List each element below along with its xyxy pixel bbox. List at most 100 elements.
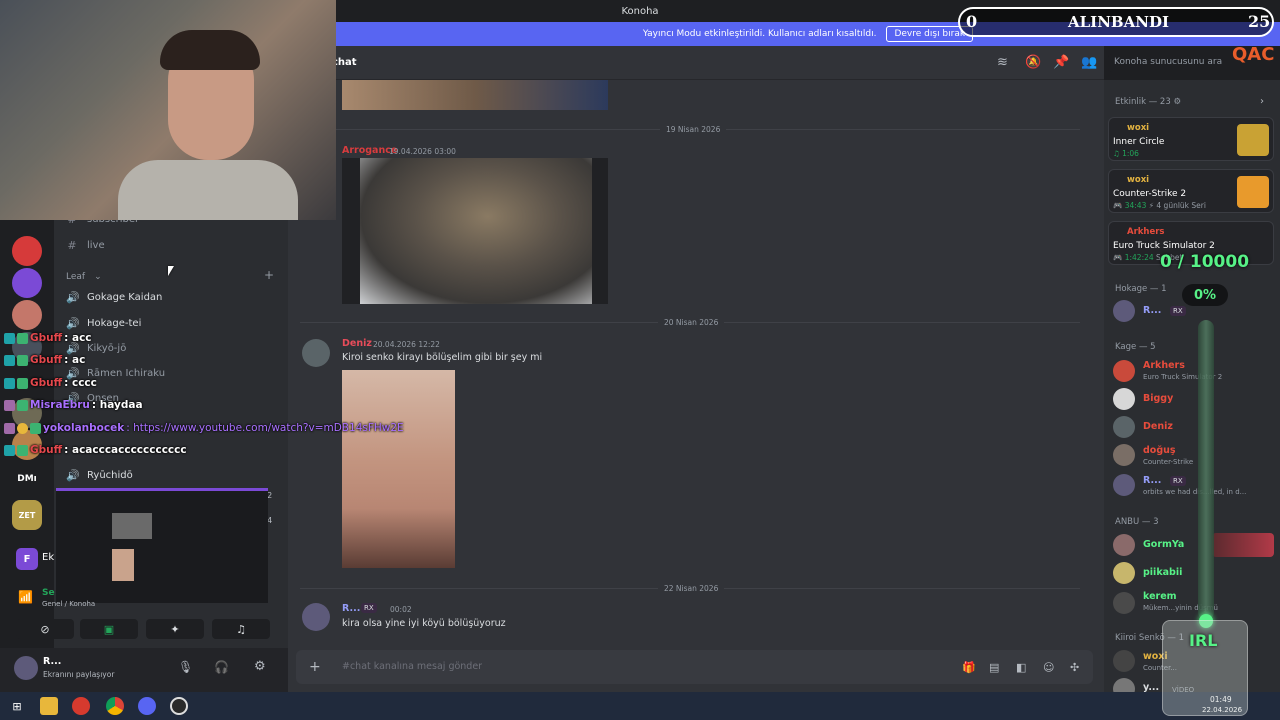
voice-channel-gokage[interactable]: 🔊 Gokage Kaidan (66, 286, 162, 308)
chat-header: chat (288, 46, 1104, 80)
channel-live[interactable]: # live (66, 234, 104, 256)
role-badge: RX (361, 603, 377, 613)
score-left: 0 (966, 12, 978, 31)
server-icon[interactable] (12, 236, 42, 266)
member-name[interactable]: R... (1143, 305, 1161, 316)
message-author[interactable]: R... (342, 603, 360, 614)
activity-duration: ♫ 1:06 (1113, 149, 1139, 158)
chat-badge-icon (17, 399, 28, 411)
server-icon[interactable] (12, 268, 42, 298)
server-zet[interactable]: ZET (12, 500, 42, 530)
avatar[interactable] (1113, 592, 1135, 614)
microphone-icon[interactable]: 🎙 (178, 660, 193, 674)
member-name[interactable]: GormYa (1143, 539, 1184, 550)
member-group-header: Hokage — 1 (1115, 284, 1167, 294)
activity-user: Arkhers (1127, 227, 1165, 237)
avatar[interactable] (14, 656, 38, 680)
category-leaf[interactable]: Leaf ⌄ (66, 266, 102, 288)
soundboard-icon: ♫ (236, 622, 246, 636)
chat-badge-icon (30, 422, 41, 434)
avatar[interactable] (1113, 388, 1135, 410)
message-input-placeholder: #chat kanalına mesaj gönder (342, 661, 483, 672)
add-channel-icon[interactable]: + (264, 268, 274, 282)
preview-thumbnail-image (112, 513, 152, 539)
member-name[interactable]: Biggy (1143, 393, 1173, 404)
chat-badge-icon (4, 332, 15, 344)
headphones-icon[interactable]: 🎧 (214, 660, 229, 674)
irl-cup-graphic: IRL (1162, 620, 1248, 716)
activity-app-icon[interactable]: F (16, 548, 38, 570)
member-list-icon[interactable]: 👥 (1081, 55, 1097, 70)
voice-channel-ryuchido[interactable]: 🔊 Ryūchidō (66, 464, 133, 486)
server-dm-folder[interactable]: DMı (12, 464, 42, 494)
stream-chat-line: Gbuff: acacccaccccccccccc (4, 441, 187, 459)
member-name[interactable]: Deniz (1143, 421, 1173, 432)
activities-button[interactable]: ✦ (146, 619, 204, 639)
discord-icon[interactable] (138, 697, 156, 715)
member-group-header: ANBU — 3 (1115, 517, 1159, 527)
notifications-muted-icon[interactable]: 🔕 (1025, 55, 1041, 70)
chat-badge-icon (17, 422, 28, 434)
message-author[interactable]: Deniz (342, 338, 372, 349)
add-attachment-icon[interactable]: + (309, 659, 321, 675)
avatar[interactable] (1113, 416, 1135, 438)
user-name: R... (43, 656, 62, 667)
gif-icon[interactable]: ▤ (989, 661, 999, 674)
message-image[interactable] (342, 80, 608, 110)
message-image[interactable] (342, 370, 455, 568)
gear-icon[interactable]: ⚙ (1173, 97, 1181, 107)
chevron-right-icon[interactable]: › (1260, 96, 1264, 107)
activity-card[interactable]: woxi Counter-Strike 2 🎮 34:43 ⚡ 4 günlük… (1108, 169, 1274, 213)
gift-icon[interactable]: 🎁 (962, 661, 976, 674)
pin-icon[interactable]: 📌 (1053, 55, 1069, 70)
file-explorer-icon[interactable] (40, 697, 58, 715)
gear-icon[interactable]: ⚙ (254, 659, 266, 674)
member-name[interactable]: piikabii (1143, 567, 1182, 578)
activity-card[interactable]: woxi Inner Circle ♫ 1:06 (1108, 117, 1274, 161)
avatar[interactable] (1113, 562, 1135, 584)
avatar[interactable] (1113, 474, 1135, 496)
avatar[interactable] (1113, 534, 1135, 556)
stop-camera-button[interactable]: ⊘ (16, 619, 74, 639)
obs-icon[interactable] (170, 697, 188, 715)
date-divider-label: 19 Nisan 2026 (660, 125, 727, 134)
opera-gx-icon[interactable] (72, 697, 90, 715)
avatar[interactable] (1113, 300, 1135, 322)
server-icon[interactable] (12, 300, 42, 330)
chevron-down-icon: ⌄ (94, 272, 102, 282)
irl-label: IRL (1189, 631, 1218, 650)
chat-badge-icon (17, 354, 28, 366)
activity-user: woxi (1127, 175, 1150, 185)
windows-start-icon[interactable]: ⊞ (8, 697, 26, 715)
stream-chat-line: Gbuff: cccc (4, 374, 97, 392)
emoji-icon[interactable]: ☺ (1043, 661, 1054, 674)
member-name[interactable]: kerem (1143, 591, 1177, 602)
role-badge: RX (1170, 306, 1186, 316)
member-name[interactable]: Arkhers (1143, 360, 1185, 371)
avatar[interactable] (302, 603, 330, 631)
avatar[interactable] (1113, 444, 1135, 466)
member-name[interactable]: doğuş (1143, 445, 1176, 456)
message-image[interactable] (342, 158, 608, 304)
message-timestamp: 00:02 (390, 605, 412, 614)
member-name[interactable]: R... (1143, 475, 1161, 486)
soundboard-button[interactable]: ♫ (212, 619, 270, 639)
stream-chat-line: MisraEbru: haydaa (4, 396, 143, 414)
chat-badge-icon (4, 354, 15, 366)
avatar[interactable] (302, 339, 330, 367)
apps-icon[interactable]: ✣ (1070, 661, 1079, 674)
chrome-icon[interactable] (106, 697, 124, 715)
avatar[interactable] (1113, 360, 1135, 382)
speaker-icon: 🔊 (66, 468, 80, 482)
screen-share-button[interactable]: ▣ (80, 619, 138, 639)
webcam-overlay (0, 0, 336, 220)
activities-icon: ✦ (170, 622, 180, 636)
window-title: Konoha (621, 5, 659, 17)
voice-signal-icon: 📶 (18, 590, 33, 604)
avatar[interactable] (1113, 650, 1135, 672)
threads-icon[interactable]: ≋ (997, 55, 1008, 70)
sticker-icon[interactable]: ◧ (1016, 661, 1026, 674)
screenshare-preview[interactable] (56, 488, 268, 603)
member-activity: Counter-Strike (1143, 458, 1194, 466)
score-right: 25 (1248, 12, 1271, 31)
